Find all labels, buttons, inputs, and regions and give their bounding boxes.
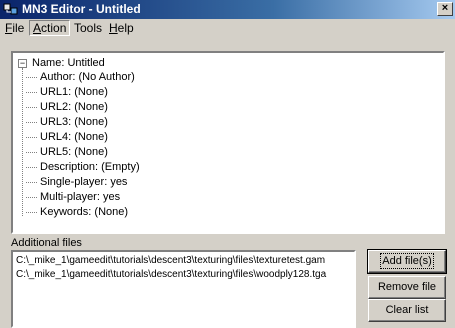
add-files-button[interactable]: Add file(s) bbox=[367, 249, 447, 274]
close-button[interactable]: × bbox=[437, 2, 453, 16]
menu-help[interactable]: Help bbox=[106, 20, 137, 36]
tree-item-url5[interactable]: URL5: (None) bbox=[26, 145, 108, 160]
tree-item-keywords[interactable]: Keywords: (None) bbox=[26, 205, 128, 220]
menu-tools[interactable]: Tools bbox=[71, 20, 105, 36]
tree-item-url2[interactable]: URL2: (None) bbox=[26, 100, 108, 115]
tree-item-author[interactable]: Author: (No Author) bbox=[26, 70, 135, 85]
list-item[interactable]: C:\_mike_1\gameedit\tutorials\descent3\t… bbox=[16, 254, 325, 268]
tree-item-url3[interactable]: URL3: (None) bbox=[26, 115, 108, 130]
clear-list-button[interactable]: Clear list bbox=[368, 299, 446, 322]
menu-bar: File Action Tools Help bbox=[0, 19, 455, 37]
menu-action[interactable]: Action bbox=[29, 20, 71, 36]
window-title: MN3 Editor - Untitled bbox=[22, 2, 141, 16]
tree-item-url4[interactable]: URL4: (None) bbox=[26, 130, 108, 145]
remove-file-button[interactable]: Remove file bbox=[368, 276, 446, 299]
additional-files-label: Additional files bbox=[11, 237, 82, 249]
list-item[interactable]: C:\_mike_1\gameedit\tutorials\descent3\t… bbox=[16, 268, 326, 282]
app-icon bbox=[3, 2, 19, 17]
collapse-toggle-icon[interactable]: − bbox=[18, 59, 27, 68]
additional-files-list[interactable]: C:\_mike_1\gameedit\tutorials\descent3\t… bbox=[11, 250, 356, 328]
menu-file[interactable]: File bbox=[2, 20, 27, 36]
tree-item-multi-player[interactable]: Multi-player: yes bbox=[26, 190, 120, 205]
tree-item-single-player[interactable]: Single-player: yes bbox=[26, 175, 127, 190]
properties-tree[interactable]: − Name: Untitled Author: (No Author) URL… bbox=[11, 51, 445, 234]
tree-root-name[interactable]: Name: Untitled bbox=[32, 56, 105, 71]
tree-item-description[interactable]: Description: (Empty) bbox=[26, 160, 140, 175]
tree-connector bbox=[22, 68, 23, 216]
title-bar[interactable]: MN3 Editor - Untitled × bbox=[0, 0, 455, 19]
tree-item-url1[interactable]: URL1: (None) bbox=[26, 85, 108, 100]
